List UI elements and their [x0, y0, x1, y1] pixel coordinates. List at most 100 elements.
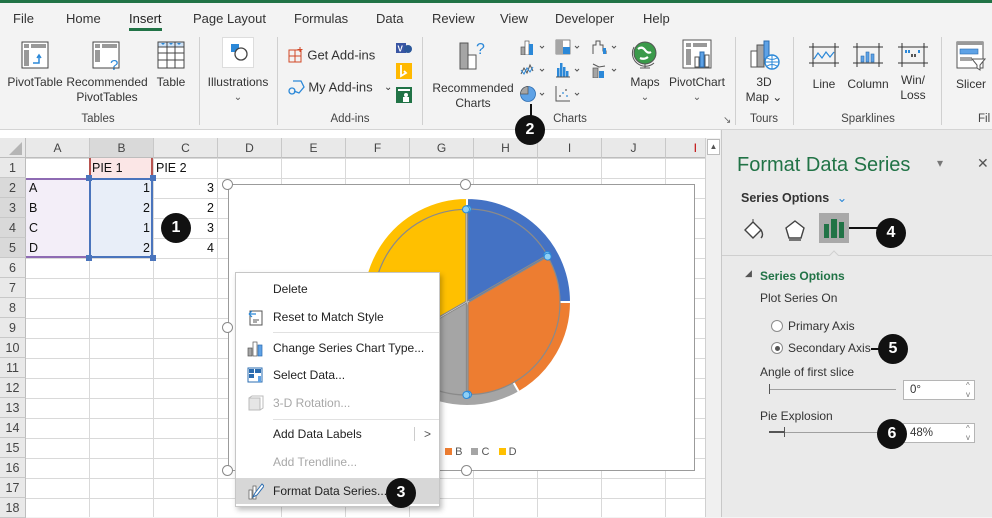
- sparkline-line-button[interactable]: Line: [805, 41, 843, 92]
- column-header-g[interactable]: G: [410, 138, 474, 158]
- chart-legend[interactable]: B C D: [445, 446, 517, 458]
- maps-button[interactable]: Maps ⌄: [625, 39, 665, 105]
- row-header-14[interactable]: 14: [0, 418, 26, 438]
- chart-resize-handle[interactable]: [222, 322, 233, 333]
- hierarchy-chart-button[interactable]: [555, 39, 585, 55]
- row-header-3[interactable]: 3: [0, 198, 26, 218]
- row-header-12[interactable]: 12: [0, 378, 26, 398]
- effects-tab[interactable]: [782, 218, 808, 244]
- bing-icon[interactable]: [396, 63, 412, 79]
- tab-file[interactable]: File: [13, 11, 34, 26]
- selection-handle[interactable]: [462, 390, 471, 399]
- tab-page-layout[interactable]: Page Layout: [193, 11, 266, 26]
- chevron-down-icon[interactable]: ⌄: [384, 82, 392, 93]
- angle-spinner[interactable]: 0° ^ v: [903, 380, 975, 400]
- cell-c5[interactable]: 4: [153, 238, 217, 258]
- selection-handle[interactable]: [462, 205, 471, 214]
- secondary-axis-label[interactable]: Secondary Axis: [788, 341, 871, 355]
- statistic-chart-button[interactable]: [555, 62, 585, 78]
- recommended-pivottables-button[interactable]: ? Recommended PivotTables: [65, 41, 149, 105]
- pie-chart-button[interactable]: [520, 85, 550, 103]
- row-header-17[interactable]: 17: [0, 478, 26, 498]
- menu-item-delete[interactable]: Delete: [236, 276, 439, 302]
- select-all-corner[interactable]: [0, 138, 26, 158]
- line-chart-button[interactable]: [520, 62, 550, 78]
- column-header-f[interactable]: F: [346, 138, 410, 158]
- waterfall-chart-button[interactable]: [592, 39, 622, 55]
- collapse-triangle-icon[interactable]: ◢: [745, 268, 752, 279]
- row-header-9[interactable]: 9: [0, 318, 26, 338]
- tab-insert[interactable]: Insert: [129, 11, 162, 31]
- fill-line-tab[interactable]: [742, 218, 768, 244]
- pivottable-button[interactable]: PivotTable: [5, 41, 65, 90]
- menu-item-add-data-labels[interactable]: Add Data Labels >: [236, 421, 439, 447]
- row-header-18[interactable]: 18: [0, 498, 26, 518]
- row-header-8[interactable]: 8: [0, 298, 26, 318]
- column-header-b[interactable]: B: [90, 138, 154, 158]
- visio-icon[interactable]: V: [396, 41, 412, 57]
- pivotchart-button[interactable]: PivotChart ⌄: [666, 39, 728, 105]
- chart-resize-handle[interactable]: [461, 465, 472, 476]
- pane-options-dropdown-icon[interactable]: ▾: [937, 156, 943, 170]
- close-pane-icon[interactable]: ✕: [977, 155, 989, 172]
- cell-b1[interactable]: PIE 1: [89, 158, 153, 178]
- primary-axis-label[interactable]: Primary Axis: [788, 319, 855, 333]
- menu-item-select-data[interactable]: Select Data...: [236, 362, 439, 388]
- scroll-up-button[interactable]: ▲: [707, 139, 720, 155]
- primary-axis-radio[interactable]: [771, 320, 783, 332]
- tab-view[interactable]: View: [500, 11, 528, 26]
- tab-formulas[interactable]: Formulas: [294, 11, 348, 26]
- cell-c2[interactable]: 3: [153, 178, 217, 198]
- row-header-16[interactable]: 16: [0, 458, 26, 478]
- cell-b4[interactable]: 1: [89, 218, 153, 238]
- dialog-launcher-icon[interactable]: ↘: [723, 115, 731, 126]
- column-header-e[interactable]: E: [282, 138, 346, 158]
- row-header-5[interactable]: 5: [0, 238, 26, 258]
- column-header-c[interactable]: C: [154, 138, 218, 158]
- table-button[interactable]: Table: [152, 41, 190, 90]
- row-header-6[interactable]: 6: [0, 258, 26, 278]
- cell-a3[interactable]: B: [26, 198, 89, 218]
- row-header-10[interactable]: 10: [0, 338, 26, 358]
- row-header-1[interactable]: 1: [0, 158, 26, 178]
- people-graph-icon[interactable]: [396, 87, 412, 103]
- row-header-13[interactable]: 13: [0, 398, 26, 418]
- angle-slider-thumb[interactable]: [769, 384, 770, 394]
- selection-handle[interactable]: [543, 252, 552, 261]
- secondary-axis-radio[interactable]: [771, 342, 783, 354]
- explosion-slider-thumb[interactable]: [784, 427, 785, 437]
- column-chart-button[interactable]: [520, 39, 550, 56]
- sparkline-winloss-button[interactable]: Win/ Loss: [893, 41, 933, 103]
- sparkline-column-button[interactable]: Column: [843, 41, 893, 92]
- cell-b3[interactable]: 2: [89, 198, 153, 218]
- 3d-map-button[interactable]: 3D Map ⌄: [742, 39, 786, 105]
- column-header-i[interactable]: I: [538, 138, 602, 158]
- chart-resize-handle[interactable]: [222, 179, 233, 190]
- tab-help[interactable]: Help: [643, 11, 670, 26]
- menu-item-3d-rotation[interactable]: 3-D Rotation...: [236, 390, 439, 416]
- my-addins-button[interactable]: My Add-ins ⌄: [288, 79, 398, 95]
- cell-a2[interactable]: A: [26, 178, 89, 198]
- series-options-dropdown[interactable]: Series Options ⌄: [741, 190, 847, 205]
- cell-a4[interactable]: C: [26, 218, 89, 238]
- chart-resize-handle[interactable]: [222, 465, 233, 476]
- illustrations-button[interactable]: Illustrations ⌄: [205, 37, 271, 105]
- row-header-7[interactable]: 7: [0, 278, 26, 298]
- explosion-spinner[interactable]: 48% ^ v: [903, 423, 975, 443]
- column-header-j[interactable]: J: [602, 138, 666, 158]
- row-header-15[interactable]: 15: [0, 438, 26, 458]
- cell-b2[interactable]: 1: [89, 178, 153, 198]
- tab-review[interactable]: Review: [432, 11, 475, 26]
- row-header-4[interactable]: 4: [0, 218, 26, 238]
- get-addins-button[interactable]: Get Add-ins: [288, 47, 388, 63]
- menu-item-add-trendline[interactable]: Add Trendline...: [236, 449, 439, 475]
- row-header-11[interactable]: 11: [0, 358, 26, 378]
- tab-developer[interactable]: Developer: [555, 11, 614, 26]
- section-title[interactable]: Series Options: [760, 269, 845, 283]
- slicer-button[interactable]: Slicer: [950, 41, 992, 92]
- combo-chart-button[interactable]: [592, 62, 622, 79]
- series-options-tab[interactable]: [819, 213, 849, 243]
- recommended-charts-button[interactable]: ? Recommended Charts: [430, 39, 516, 111]
- cell-a5[interactable]: D: [26, 238, 89, 258]
- column-header-d[interactable]: D: [218, 138, 282, 158]
